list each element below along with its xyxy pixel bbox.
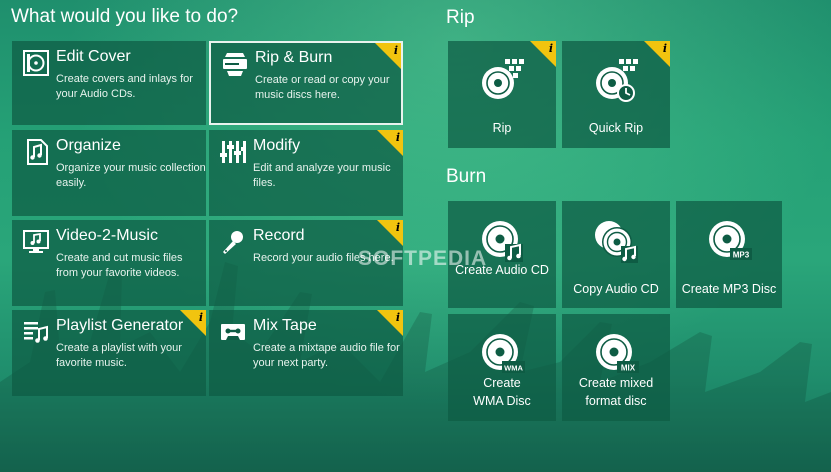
quick-rip-label: Quick Rip <box>588 121 644 135</box>
create-mp3-disc-label: Create MP3 Disc <box>681 282 777 296</box>
create-mp3-disc-button[interactable]: MP3 Create MP3 Disc <box>676 201 782 308</box>
quick-rip-button[interactable]: Quick Rip i <box>562 41 670 148</box>
organize-icon <box>27 139 48 165</box>
tile-title: Video-2-Music <box>56 227 158 244</box>
tile-description: Create a mixtape audio file for your nex… <box>253 342 400 369</box>
tile-description: Create and cut music files from your fav… <box>56 252 183 279</box>
create-mixed-disc-label: Create mixed format disc <box>578 376 654 408</box>
rip-burn-icon <box>223 53 247 76</box>
tile-title: Playlist Generator <box>56 317 184 334</box>
rip-button[interactable]: Rip i <box>448 41 556 148</box>
copy-audio-cd-label: Copy Audio CD <box>573 282 659 296</box>
tile-title: Record <box>253 227 305 244</box>
create-mixed-disc-button[interactable]: MIX Create mixed format disc <box>562 314 670 421</box>
edit-cover-icon <box>23 50 49 76</box>
tile-description: Edit and analyze your music files. <box>253 162 391 189</box>
mix-disc-icon: MIX <box>596 334 639 373</box>
playlist-icon <box>24 322 48 343</box>
wma-disc-icon: WMA <box>482 334 525 373</box>
tile-modify[interactable]: Modify Edit and analyze your music files… <box>209 130 403 216</box>
tile-description: Create a playlist with your favorite mus… <box>56 342 182 369</box>
mp3-disc-icon: MP3 <box>709 221 752 260</box>
info-icon: i <box>548 42 553 55</box>
info-icon: i <box>662 42 667 55</box>
tile-edit-cover[interactable]: Edit Cover Create covers and inlays for … <box>12 41 206 125</box>
cassette-icon <box>221 324 245 340</box>
tile-title: Organize <box>56 137 121 154</box>
tile-organize[interactable]: Organize Organize your music collection … <box>12 130 206 216</box>
tile-title: Mix Tape <box>253 317 317 334</box>
info-icon: i <box>395 221 400 234</box>
tile-description: Create covers and inlays for your Audio … <box>56 73 193 100</box>
watermark: SOFTPEDIA <box>358 247 488 270</box>
rip-heading: Rip <box>446 7 475 28</box>
quick-rip-icon <box>596 59 638 102</box>
tile-mix-tape[interactable]: Mix Tape Create a mixtape audio file for… <box>209 310 403 396</box>
tile-playlist-generator[interactable]: Playlist Generator Create a playlist wit… <box>12 310 206 396</box>
microphone-icon <box>223 231 243 254</box>
info-icon: i <box>395 311 400 324</box>
create-wma-disc-button[interactable]: WMA Create WMA Disc <box>448 314 556 421</box>
tile-description: Organize your music collection easily. <box>56 162 206 189</box>
video-music-icon <box>23 230 49 253</box>
disc-label: MIX <box>621 364 636 373</box>
disc-label: MP3 <box>733 251 750 260</box>
info-icon: i <box>393 44 398 57</box>
copy-audio-cd-button[interactable]: Copy Audio CD <box>562 201 670 308</box>
info-icon: i <box>198 311 203 324</box>
equalizer-icon <box>220 141 246 163</box>
rip-disc-icon <box>482 59 524 99</box>
create-wma-disc-label: Create WMA Disc <box>473 376 531 408</box>
tile-title: Rip & Burn <box>255 49 333 66</box>
tile-title: Edit Cover <box>56 48 131 65</box>
disc-label: WMA <box>504 364 523 373</box>
burn-heading: Burn <box>446 166 487 187</box>
tile-video-2-music[interactable]: Video-2-Music Create and cut music files… <box>12 220 206 306</box>
rip-label: Rip <box>492 121 512 135</box>
tile-title: Modify <box>253 137 301 154</box>
tile-description: Create or read or copy your music discs … <box>255 74 390 101</box>
info-icon: i <box>395 131 400 144</box>
tile-rip-burn[interactable]: Rip & Burn Create or read or copy your m… <box>209 41 403 125</box>
main-heading: What would you like to do? <box>11 6 239 27</box>
copy-cd-icon <box>595 221 638 263</box>
